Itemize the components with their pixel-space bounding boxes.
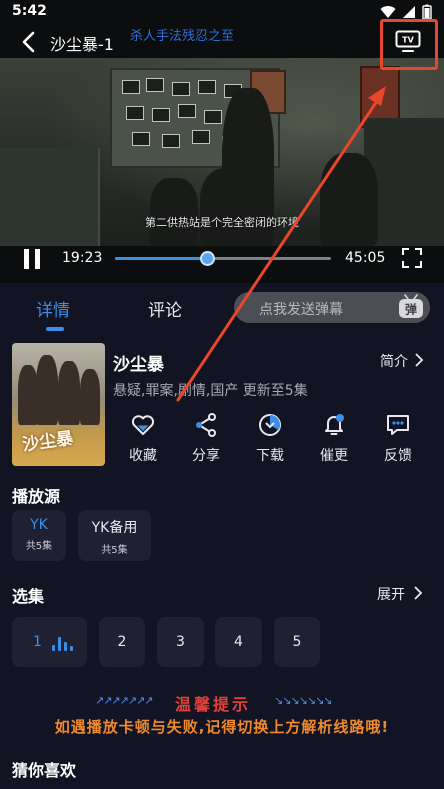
active-tab-indicator [46,327,64,331]
seek-handle[interactable] [200,251,216,266]
show-title: 沙尘暴 [113,355,164,375]
player-controls: 19:23 45:05 [0,243,444,275]
chevron-right-icon[interactable] [414,352,424,368]
tab-details[interactable]: 详情 [36,296,70,321]
video-player[interactable]: 第二供热站是个完全密闭的环境 5:42 沙尘暴-1 杀人手法残忍之至 TV 19… [0,0,444,283]
favorite-button[interactable]: 收藏 [113,412,173,465]
show-poster[interactable]: 沙尘暴 [12,343,105,466]
share-button[interactable]: 分享 [176,412,236,465]
marquee-text: 杀人手法残忍之至 [130,29,235,44]
status-icons [380,4,432,20]
danmaku-input[interactable]: 点我发送弹幕 弹 [234,292,430,323]
danmaku-toggle-icon[interactable]: 弹 [396,293,426,321]
expand-link[interactable]: 展开 [377,584,405,604]
source-item-yk[interactable]: YK 共5集 [12,510,66,561]
player-top-bar: 沙尘暴-1 杀人手法残忍之至 TV [0,24,444,60]
scene-person [200,168,260,246]
fullscreen-icon[interactable] [402,248,422,268]
update-reminder-button[interactable]: 催更 [304,412,364,465]
feedback-button[interactable]: 反馈 [368,412,428,465]
scene-person [150,178,198,246]
status-time: 5:42 [12,3,47,19]
poster-title: 沙尘暴 [21,428,75,456]
episode-button-5[interactable]: 5 [274,617,320,667]
playing-indicator-icon [52,637,76,651]
danmaku-placeholder: 点我发送弹幕 [259,302,343,318]
bell-icon [325,414,344,435]
scene-person [320,153,378,246]
episode-heading: 选集 [12,587,45,606]
show-genre: 悬疑,罪案,剧情,国产 更新至5集 [113,383,308,399]
battery-icon [422,4,432,20]
notice-body: 如遇播放卡顿与失败,记得切换上方解析线路哦! [54,718,390,736]
scene-cabinet [0,148,100,246]
notice-arrows-left: ↗↗↗↗↗↗↗ [95,694,154,707]
status-bar: 5:42 [0,0,444,24]
seek-bar-progress [115,257,208,260]
back-icon[interactable] [18,30,40,54]
feedback-icon [387,415,409,435]
episode-button-2[interactable]: 2 [99,617,145,667]
source-heading: 播放源 [12,487,61,506]
svg-text:弹: 弹 [405,302,417,317]
seek-bar[interactable] [115,251,331,266]
tab-comments[interactable]: 评论 [148,296,182,321]
signal-icon [403,6,415,18]
chevron-right-icon[interactable] [413,585,423,601]
notice-title: 温馨提示 [175,695,252,714]
wifi-icon [380,6,396,19]
episode-button-3[interactable]: 3 [157,617,204,667]
download-button[interactable]: 下载 [240,412,300,465]
action-bar: 收藏 分享 下载 催更 反馈 [113,412,431,472]
share-icon [196,413,216,437]
source-item-yk-backup[interactable]: YK备用 共5集 [78,510,151,561]
annotation-highlight-box [380,19,438,70]
total-time: 45:05 [345,250,386,266]
pause-button[interactable] [23,249,41,269]
heart-icon [131,415,155,435]
intro-link[interactable]: 简介 [380,351,408,371]
video-title: 沙尘暴-1 [50,35,114,54]
download-icon [259,414,281,436]
video-subtitle: 第二供热站是个完全密闭的环境 [145,216,299,229]
current-time: 19:23 [62,250,103,266]
episode-button-1[interactable]: 1 [12,617,87,667]
notice-arrows-right: ↘↘↘↘↘↘↘ [274,694,333,707]
detail-tabs: 详情 评论 点我发送弹幕 弹 [0,283,444,333]
episode-button-4[interactable]: 4 [215,617,262,667]
recommend-heading: 猜你喜欢 [12,761,77,780]
notice-heading: ↗↗↗↗↗↗↗ 温馨提示 ↘↘↘↘↘↘↘ [0,691,444,714]
